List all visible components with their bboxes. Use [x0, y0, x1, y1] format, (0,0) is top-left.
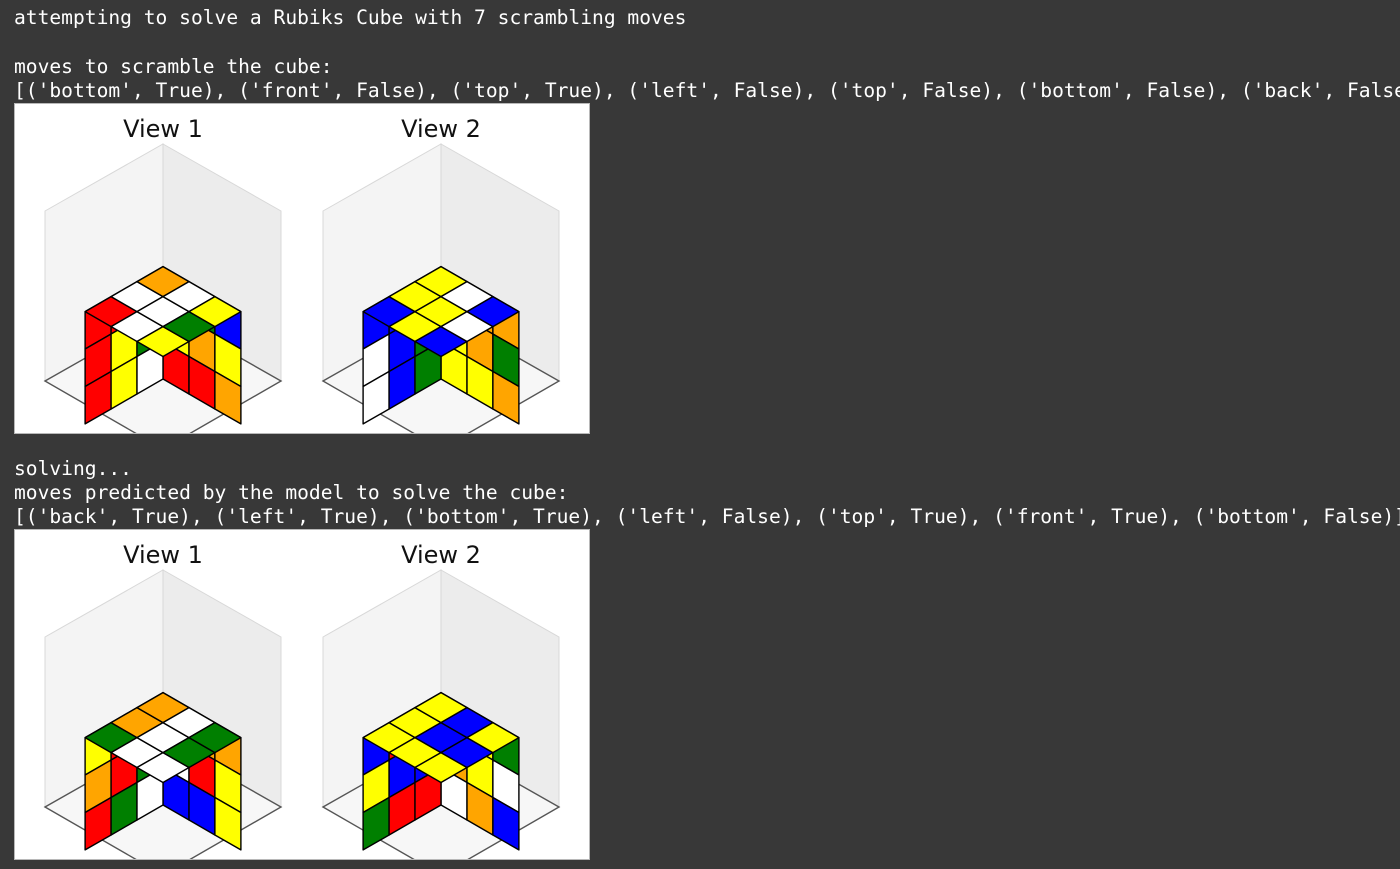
view-1-title: View 1: [123, 115, 203, 143]
scrambled-cube-svg: View 1 View 2: [43, 115, 561, 433]
view-1-title: View 1: [123, 541, 203, 569]
view-2-title: View 2: [401, 115, 481, 143]
predicted-cube-svg: View 1 View 2: [43, 541, 561, 859]
heading-line: attempting to solve a Rubiks Cube with 7…: [14, 6, 687, 29]
scramble-label: moves to scramble the cube:: [14, 55, 333, 78]
scrambled-view-1: [43, 143, 283, 433]
scrambled-view-2: [321, 143, 561, 433]
predicted-moves: [('back', True), ('left', True), ('botto…: [14, 505, 1400, 528]
view-2-title: View 2: [401, 541, 481, 569]
predicted-view-1: [43, 569, 283, 859]
scrambled-cube-plot: View 1 View 2: [14, 103, 590, 434]
predicted-label: moves predicted by the model to solve th…: [14, 481, 569, 504]
predicted-view-2: [321, 569, 561, 859]
solving-label: solving...: [14, 457, 132, 480]
scramble-moves: [('bottom', True), ('front', False), ('t…: [14, 79, 1400, 102]
predicted-solve-plot: View 1 View 2: [14, 529, 590, 860]
